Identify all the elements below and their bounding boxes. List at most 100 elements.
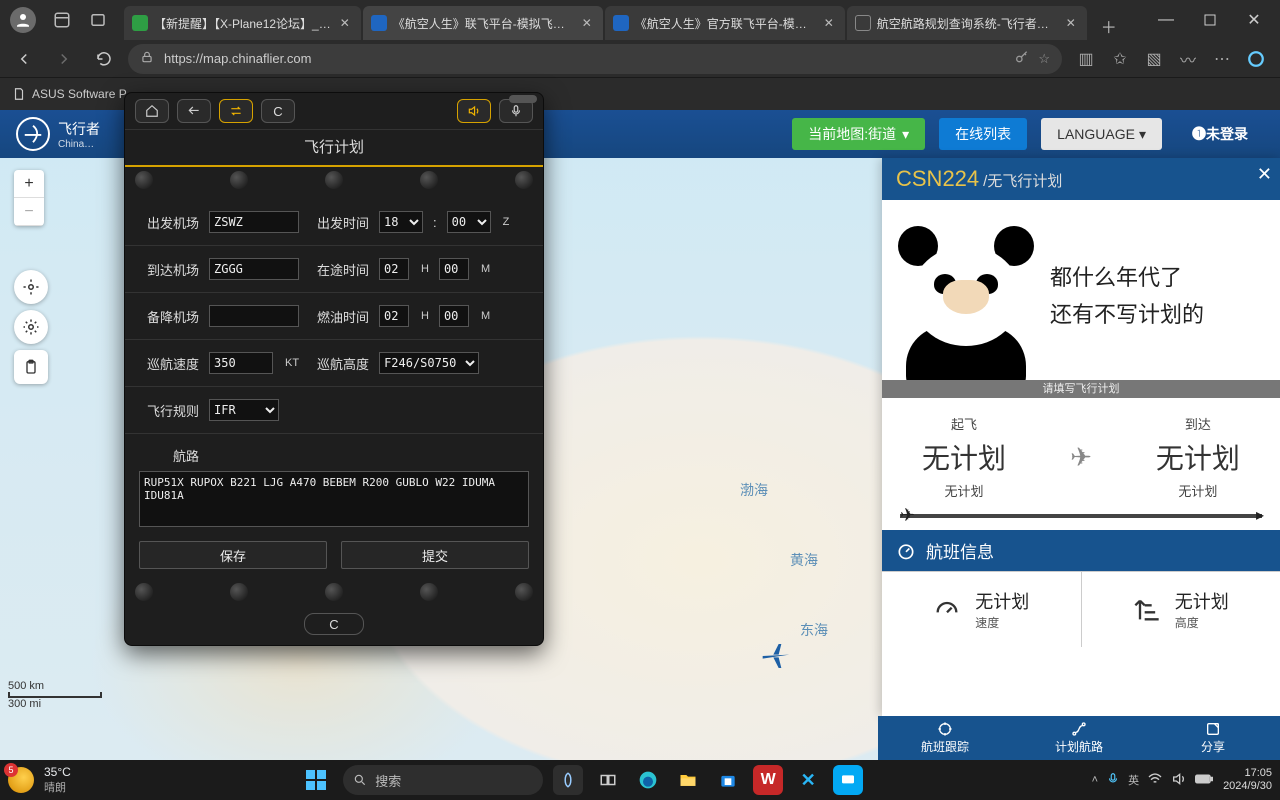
weather-widget[interactable]: 5 35°C 晴朗 — [8, 765, 71, 795]
app-logo[interactable]: 飞行者 China… — [16, 117, 100, 151]
altn-airport-input[interactable] — [209, 305, 299, 327]
language-button[interactable]: LANGUAGE ▾ — [1041, 118, 1162, 150]
fp-sound-button[interactable] — [457, 99, 491, 123]
aircraft-icon[interactable] — [760, 640, 792, 677]
new-tab-button[interactable]: ＋ — [1095, 12, 1123, 40]
browser-tab[interactable]: 航空航路规划查询系统-飞行者联… ✕ — [847, 6, 1087, 40]
url-input[interactable]: https://map.chinaflier.com ☆ — [128, 44, 1062, 74]
enroute-hour-input[interactable] — [379, 258, 409, 280]
zoom-in-button[interactable]: + — [14, 170, 44, 198]
bookmark-item[interactable]: ASUS Software P… — [12, 87, 139, 101]
task-view-icon[interactable] — [593, 765, 623, 795]
fp-minimize-handle[interactable] — [509, 95, 537, 103]
route-textarea[interactable]: RUP51X RUPOX B221 LJG A470 BEBEM R200 GU… — [139, 471, 529, 527]
copilot-app-icon[interactable] — [553, 765, 583, 795]
weather-desc: 晴朗 — [44, 779, 71, 795]
dashboard-icon — [896, 541, 916, 561]
fp-c-button[interactable]: C — [261, 99, 295, 123]
browser-tab[interactable]: 《航空人生》官方联飞平台-模拟… ✕ — [605, 6, 845, 40]
zoom-out-button[interactable]: − — [14, 198, 44, 226]
online-list-button[interactable]: 在线列表 — [939, 118, 1027, 150]
ime-indicator[interactable]: 英 — [1128, 772, 1139, 788]
fuel-min-input[interactable] — [439, 305, 469, 327]
flight-rules-select[interactable]: IFR — [209, 399, 279, 421]
plan-route-button[interactable]: 计划航路 — [1012, 716, 1146, 760]
system-tray: ˄ 英 17:05 2024/9/30 — [1092, 767, 1272, 793]
arr-airport-input[interactable] — [209, 258, 299, 280]
fp-home-button[interactable] — [135, 99, 169, 123]
favorite-icon[interactable]: ☆ — [1038, 51, 1050, 67]
x-app-icon[interactable]: ✕ — [793, 765, 823, 795]
login-status[interactable]: ❶未登录 — [1176, 118, 1264, 150]
browser-tab[interactable]: 《航空人生》联飞平台-模拟飞行… ✕ — [363, 6, 603, 40]
store-app-icon[interactable] — [713, 765, 743, 795]
tz-label: Z — [503, 216, 510, 228]
refresh-button[interactable] — [88, 43, 120, 75]
back-button[interactable] — [8, 43, 40, 75]
close-icon[interactable]: ✕ — [1063, 15, 1079, 31]
cruise-alt-select[interactable]: F246/S0750 — [379, 352, 479, 374]
close-icon[interactable]: ✕ — [579, 15, 595, 31]
key-icon[interactable] — [1014, 49, 1030, 68]
map-mode-pill[interactable]: 当前地图:街道 ▾ — [792, 118, 925, 150]
map-mode-label: 当前地图:街道 — [808, 124, 896, 144]
submit-button[interactable]: 提交 — [341, 541, 529, 569]
save-button[interactable]: 保存 — [139, 541, 327, 569]
dep-airport-input[interactable] — [209, 211, 299, 233]
enroute-min-input[interactable] — [439, 258, 469, 280]
chat-app-icon[interactable] — [833, 765, 863, 795]
close-icon[interactable]: ✕ — [337, 15, 353, 31]
locate-button[interactable] — [14, 270, 48, 304]
flight-plan-panel: C 飞行计划 出发机场 出发时间 18 : 00 Z — [124, 92, 544, 646]
volume-icon[interactable] — [1171, 771, 1187, 790]
dep-min-select[interactable]: 00 — [447, 211, 491, 233]
favorites-icon[interactable]: ✩ — [1104, 43, 1136, 75]
maximize-button[interactable] — [1188, 0, 1232, 40]
explorer-app-icon[interactable] — [673, 765, 703, 795]
workspaces-icon[interactable] — [46, 4, 78, 36]
route-label: 航路 — [139, 446, 199, 465]
close-icon[interactable]: ✕ — [1257, 164, 1272, 185]
settings-button[interactable] — [14, 310, 48, 344]
taskbar-clock[interactable]: 17:05 2024/9/30 — [1223, 767, 1272, 793]
arrow-icon: ▸ — [1256, 505, 1264, 525]
tray-expand-icon[interactable]: ˄ — [1092, 774, 1098, 786]
split-screen-icon[interactable]: ▥ — [1070, 43, 1102, 75]
bookmark-label: ASUS Software P… — [32, 87, 139, 101]
copilot-icon[interactable] — [1240, 43, 1272, 75]
start-button[interactable] — [299, 763, 333, 797]
wps-app-icon[interactable]: W — [753, 765, 783, 795]
track-flight-button[interactable]: 航班跟踪 — [878, 716, 1012, 760]
dep-hour-select[interactable]: 18 — [379, 211, 423, 233]
speed-label: 巡航速度 — [139, 354, 199, 373]
altitude-label: 高度 — [1175, 614, 1229, 631]
minimize-button[interactable]: — — [1144, 0, 1188, 40]
taskbar-search[interactable]: 搜索 — [343, 765, 543, 795]
battery-icon[interactable] — [1195, 773, 1213, 788]
decor-bolts — [125, 579, 543, 605]
clipboard-button[interactable] — [14, 350, 48, 384]
collections-icon[interactable]: ▧ — [1138, 43, 1170, 75]
close-window-button[interactable]: ✕ — [1232, 0, 1276, 40]
mic-tray-icon[interactable] — [1106, 772, 1120, 789]
forward-button — [48, 43, 80, 75]
url-text: https://map.chinaflier.com — [164, 51, 1006, 66]
profile-avatar[interactable] — [10, 7, 36, 33]
tab-actions-icon[interactable] — [82, 4, 114, 36]
fuel-hour-input[interactable] — [379, 305, 409, 327]
map-scale: 500 km 300 mi — [8, 680, 102, 710]
more-icon[interactable]: ⋯ — [1206, 43, 1238, 75]
browser-tab[interactable]: 【新提醒】【X-Plane12论坛】_… ✕ — [124, 6, 361, 40]
fp-swap-button[interactable] — [219, 99, 253, 123]
share-button[interactable]: 分享 — [1146, 716, 1280, 760]
fp-footer-c-button[interactable]: C — [304, 613, 364, 635]
fp-back-button[interactable] — [177, 99, 211, 123]
dep-time-label: 出发时间 — [309, 213, 369, 232]
performance-icon[interactable]: 〰 — [1172, 43, 1204, 75]
edge-app-icon[interactable] — [633, 765, 663, 795]
close-icon[interactable]: ✕ — [821, 15, 837, 31]
speed-input[interactable] — [209, 352, 273, 374]
dep-sub: 无计划 — [922, 481, 1006, 500]
wifi-icon[interactable] — [1147, 771, 1163, 790]
altitude-cell: 无计划 高度 — [1082, 572, 1280, 647]
